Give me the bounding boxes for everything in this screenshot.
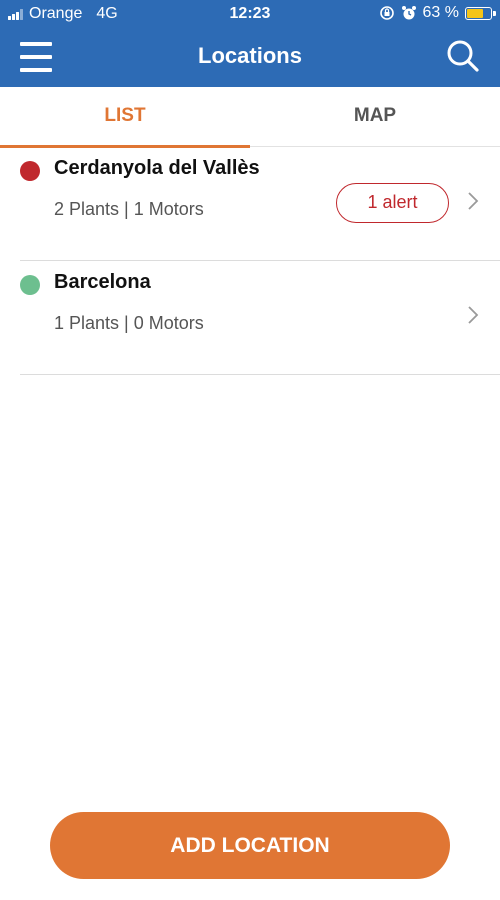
status-bar: Orange 4G 12:23 63 % [0, 0, 500, 30]
status-dot [20, 275, 40, 295]
tab-list[interactable]: LIST [0, 87, 250, 148]
battery-percent: 63 % [422, 4, 459, 21]
battery-fill [467, 8, 483, 18]
page-title: Locations [198, 43, 302, 68]
location-summary: 2 Plants | 1 Motors [54, 199, 204, 219]
alert-badge[interactable]: 1 alert [336, 183, 449, 223]
status-dot [20, 161, 40, 181]
location-row-barcelona[interactable]: Barcelona 1 Plants | 0 Motors [20, 261, 500, 375]
add-location-button[interactable]: ADD LOCATION [50, 812, 450, 879]
locations-list: Cerdanyola del Vallès 2 Plants | 1 Motor… [20, 147, 500, 375]
chevron-right-icon [468, 306, 479, 324]
chevron-right-icon [468, 192, 479, 210]
location-name: Cerdanyola del Vallès [54, 157, 260, 179]
status-right: 63 % [379, 4, 496, 22]
search-icon[interactable] [446, 39, 480, 73]
view-tabs: LIST MAP [0, 87, 500, 148]
location-name: Barcelona [54, 271, 151, 293]
battery-icon [465, 6, 496, 20]
app-header: Orange 4G 12:23 63 % Locations [0, 0, 500, 87]
rotation-lock-icon [379, 6, 394, 20]
location-summary: 1 Plants | 0 Motors [54, 313, 204, 333]
tab-map[interactable]: MAP [250, 87, 500, 147]
alarm-icon [401, 6, 416, 20]
nav-bar: Locations [0, 30, 500, 87]
location-row-cerdanyola[interactable]: Cerdanyola del Vallès 2 Plants | 1 Motor… [20, 147, 500, 261]
